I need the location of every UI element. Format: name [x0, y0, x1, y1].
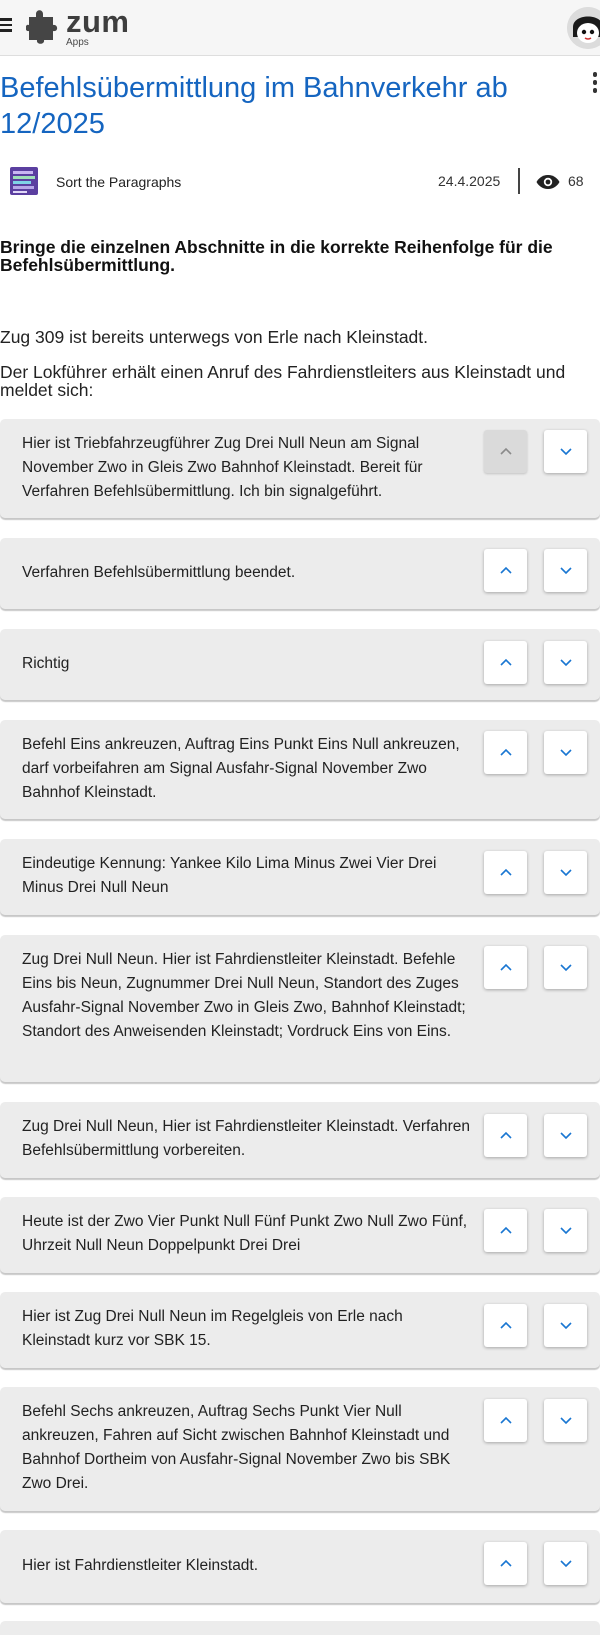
move-up-button[interactable] — [484, 1542, 527, 1585]
top-app-bar: zum Apps — [0, 0, 600, 56]
chevron-up-icon — [499, 566, 512, 574]
paragraph-card[interactable] — [0, 1621, 600, 1635]
move-up-button[interactable] — [484, 946, 527, 989]
paragraph-card[interactable]: Befehl Sechs ankreuzen, Auftrag Sechs Pu… — [0, 1387, 600, 1511]
app-meta-row: Sort the Paragraphs 24.4.2025 68 — [0, 164, 600, 200]
paragraph-card[interactable]: Richtig — [0, 629, 600, 700]
paragraph-text: Eindeutige Kennung: Yankee Kilo Lima Min… — [22, 855, 437, 896]
page-title: Befehlsübermittlung im Bahnverkehr ab 12… — [0, 72, 508, 140]
chevron-down-icon — [559, 1417, 572, 1425]
chevron-up-icon — [499, 1559, 512, 1567]
move-down-button[interactable] — [544, 549, 587, 592]
paragraph-text: Befehl Eins ankreuzen, Auftrag Eins Punk… — [22, 736, 460, 801]
paragraph-text: Hier ist Fahrdienstleiter Kleinstadt. — [22, 1557, 259, 1574]
chevron-up-icon — [499, 1226, 512, 1234]
paragraph-text: Zug Drei Null Neun. Hier ist Fahrdienstl… — [22, 951, 466, 1040]
chevron-up-icon — [499, 748, 512, 756]
chevron-down-icon — [559, 964, 572, 972]
move-down-button[interactable] — [544, 851, 587, 894]
chevron-down-icon — [559, 1227, 572, 1235]
paragraph-card[interactable]: Heute ist der Zwo Vier Punkt Null Fünf P… — [0, 1197, 600, 1273]
paragraph-card[interactable]: Befehl Eins ankreuzen, Auftrag Eins Punk… — [0, 720, 600, 819]
move-up-button[interactable] — [484, 641, 527, 684]
logo-text: zum — [66, 4, 130, 39]
move-up-button[interactable] — [484, 1209, 527, 1252]
move-up-button[interactable] — [484, 430, 527, 473]
paragraph-card[interactable]: Zug Drei Null Neun, Hier ist Fahrdienstl… — [0, 1102, 600, 1178]
move-up-button[interactable] — [484, 1114, 527, 1157]
logo-subtitle: Apps — [66, 37, 89, 48]
task-instruction: Bringe die einzelnen Abschnitte in die k… — [0, 237, 553, 275]
paragraph-text: Zug Drei Null Neun, Hier ist Fahrdienstl… — [22, 1118, 470, 1159]
chevron-down-icon — [559, 749, 572, 757]
menu-icon[interactable] — [0, 18, 12, 32]
move-up-button[interactable] — [484, 1304, 527, 1347]
paragraph-card[interactable]: Verfahren Befehlsübermittlung beendet. — [0, 538, 600, 609]
chevron-up-icon — [499, 868, 512, 876]
eye-icon — [536, 175, 560, 189]
move-down-button[interactable] — [544, 1209, 587, 1252]
chevron-up-icon — [499, 1131, 512, 1139]
move-down-button[interactable] — [544, 731, 587, 774]
divider — [518, 168, 520, 194]
move-down-button[interactable] — [544, 1304, 587, 1347]
paragraph-card[interactable]: Eindeutige Kennung: Yankee Kilo Lima Min… — [0, 839, 600, 915]
paragraph-card[interactable]: Zug Drei Null Neun. Hier ist Fahrdienstl… — [0, 935, 600, 1082]
intro-text: Der Lokführer erhält einen Anruf des Fah… — [0, 362, 566, 400]
move-down-button[interactable] — [544, 430, 587, 473]
paragraph-text: Verfahren Befehlsübermittlung beendet. — [22, 564, 296, 581]
move-up-button[interactable] — [484, 549, 527, 592]
move-down-button[interactable] — [544, 641, 587, 684]
chevron-down-icon — [559, 659, 572, 667]
chevron-down-icon — [559, 869, 572, 877]
puzzle-logo-icon — [26, 10, 58, 44]
move-down-button[interactable] — [544, 946, 587, 989]
paragraph-card[interactable]: Hier ist Fahrdienstleiter Kleinstadt. — [0, 1530, 600, 1603]
move-down-button[interactable] — [544, 1399, 587, 1442]
move-down-button[interactable] — [544, 1542, 587, 1585]
chevron-down-icon — [559, 448, 572, 456]
move-up-button[interactable] — [484, 731, 527, 774]
intro-text: Zug 309 ist bereits unterwegs von Erle n… — [0, 327, 429, 347]
move-down-button[interactable] — [544, 1114, 587, 1157]
chevron-up-icon — [499, 963, 512, 971]
paragraph-card[interactable]: Hier ist Zug Drei Null Neun im Regelglei… — [0, 1292, 600, 1368]
chevron-down-icon — [559, 1132, 572, 1140]
paragraph-text: Richtig — [22, 655, 70, 672]
chevron-down-icon — [559, 567, 572, 575]
app-type-label: Sort the Paragraphs — [56, 174, 182, 190]
paragraph-text: Heute ist der Zwo Vier Punkt Null Fünf P… — [22, 1213, 468, 1254]
chevron-up-icon — [499, 447, 512, 455]
move-up-button[interactable] — [484, 851, 527, 894]
chevron-down-icon — [559, 1560, 572, 1568]
chevron-up-icon — [499, 1416, 512, 1424]
avatar[interactable] — [567, 7, 600, 49]
view-count: 68 — [568, 173, 584, 189]
chevron-down-icon — [559, 1322, 572, 1330]
paragraph-text: Hier ist Triebfahrzeugführer Zug Drei Nu… — [22, 435, 423, 500]
paragraph-text: Hier ist Zug Drei Null Neun im Regelglei… — [22, 1308, 403, 1349]
chevron-up-icon — [499, 1321, 512, 1329]
publish-date: 24.4.2025 — [438, 173, 501, 189]
zum-apps-logo[interactable]: zum Apps — [26, 4, 136, 50]
more-vert-icon[interactable] — [590, 72, 600, 100]
sort-paragraphs-app-icon — [10, 167, 38, 195]
paragraph-card[interactable]: Hier ist Triebfahrzeugführer Zug Drei Nu… — [0, 419, 600, 518]
move-up-button[interactable] — [484, 1399, 527, 1442]
paragraph-text: Befehl Sechs ankreuzen, Auftrag Sechs Pu… — [22, 1403, 451, 1492]
chevron-up-icon — [499, 658, 512, 666]
